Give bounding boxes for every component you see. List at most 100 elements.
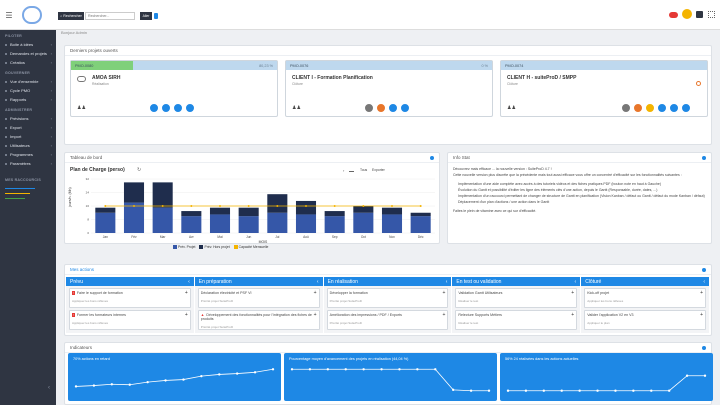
project-card[interactable]: PMO-0074 CLIENT H - suiteProD / SMPP Clôtu…: [500, 60, 708, 117]
lane-header[interactable]: En test ou validation ‹: [452, 277, 581, 286]
chevron-icon[interactable]: ‹: [317, 279, 319, 285]
chevron-icon[interactable]: ‹: [703, 279, 705, 285]
info-panel: Info Stat Découvrez mais efficace ... la…: [447, 152, 712, 244]
sidebar-item[interactable]: Programmes ›: [0, 150, 56, 159]
avatar[interactable]: [173, 103, 183, 113]
sidebar-item[interactable]: Vue d'ensemble ›: [0, 77, 56, 86]
lane-header[interactable]: En réalisation ‹: [323, 277, 452, 286]
project-card[interactable]: PMO-0076 0 % CLIENT I - Formation Planific…: [285, 60, 493, 117]
shortcut-line[interactable]: [5, 198, 25, 199]
sidebar-item[interactable]: Prévisions ›: [0, 114, 56, 123]
sidebar-section-title: PILOTER: [5, 34, 22, 38]
avatar[interactable]: [364, 103, 374, 113]
year-filter[interactable]: Tous: [360, 168, 367, 172]
legend-item[interactable]: Prév. Projet: [173, 245, 195, 249]
task-card[interactable]: Amélioration des impressions / PDF / Exp…: [326, 310, 449, 330]
search-scope-button[interactable]: ⌕ Rechercher: [58, 12, 84, 20]
chevron-right-icon: ›: [50, 116, 52, 121]
add-icon[interactable]: +: [314, 312, 317, 318]
sidebar-item[interactable]: Paramètres ›: [0, 159, 56, 168]
add-icon[interactable]: +: [700, 312, 703, 318]
lane-title: En préparation: [198, 278, 232, 285]
project-card[interactable]: PMO-0080 80,23 % AMOA SIRH Réalisation ♟♟: [70, 60, 278, 117]
collapse-sidebar-icon[interactable]: ‹: [48, 385, 50, 391]
indicator-card[interactable]: 56% 24 réalisées dans les actions actuel…: [500, 353, 713, 401]
bar-prev-projet: [324, 216, 345, 233]
indicator-sparkline: [74, 368, 275, 388]
task-card[interactable]: Développer la formation Priorité projet S…: [326, 288, 449, 308]
avatar[interactable]: [400, 103, 410, 113]
task-card[interactable]: ▲ Développement des fonctionnalités pour …: [197, 310, 320, 330]
lane-title: Prévu: [70, 278, 84, 285]
hamburger-menu-icon[interactable]: ☰: [4, 10, 14, 20]
legend-item[interactable]: Prév. Hors projet: [199, 245, 230, 249]
add-icon[interactable]: +: [185, 290, 188, 296]
chevron-right-icon: ›: [50, 42, 52, 47]
task-card[interactable]: ! Faire le support de formation Appliquer …: [69, 288, 191, 308]
task-card[interactable]: Kick-off projet Appliquer les bons réflex…: [584, 288, 706, 308]
settings-icon[interactable]: [702, 267, 706, 272]
search-go-button[interactable]: Aller: [140, 12, 152, 20]
chevron-icon[interactable]: ‹: [575, 279, 577, 285]
avatar[interactable]: [645, 103, 655, 113]
task-title: Développement des fonctionnalités pour l…: [200, 313, 312, 321]
export-link[interactable]: Exporter: [372, 168, 385, 172]
legend-item[interactable]: Capacité Mensuelle: [233, 245, 268, 249]
chevron-icon[interactable]: ‹: [446, 279, 448, 285]
sidebar-item[interactable]: Demandes et projets ›: [0, 49, 56, 58]
chart-type-icon[interactable]: [349, 168, 354, 172]
shortcut-line[interactable]: [5, 193, 30, 194]
member-avatars: [364, 103, 410, 113]
grid-icon[interactable]: [708, 11, 715, 18]
task-card[interactable]: Déclaration électricité et PSF VI Priorit…: [197, 288, 320, 308]
sidebar-item[interactable]: Utilisateurs ›: [0, 141, 56, 150]
avatar[interactable]: [376, 103, 386, 113]
indicator-card[interactable]: 70% actions en retard: [68, 353, 281, 401]
add-icon[interactable]: +: [314, 290, 317, 296]
task-card[interactable]: Validation Gantt Utilisateurs Réaliser le…: [455, 288, 578, 308]
sidebar-item[interactable]: Créatios ›: [0, 58, 56, 67]
task-subtitle: Appliquer les bons réflexes: [587, 299, 624, 303]
add-icon[interactable]: +: [185, 312, 188, 318]
settings-icon[interactable]: [702, 345, 706, 350]
add-icon[interactable]: +: [571, 312, 574, 318]
notification-badge[interactable]: [669, 12, 678, 18]
avatar[interactable]: [621, 103, 631, 113]
help-icon[interactable]: [154, 13, 158, 19]
task-card[interactable]: Relecture Supports Métiers Réaliser le te…: [455, 310, 578, 330]
avatar[interactable]: [669, 103, 679, 113]
add-icon[interactable]: +: [442, 290, 445, 296]
settings-icon[interactable]: [430, 155, 434, 160]
warning-icon: [696, 81, 701, 86]
avatar[interactable]: [633, 103, 643, 113]
lane-header[interactable]: Prévu ‹: [66, 277, 194, 286]
add-icon[interactable]: +: [442, 312, 445, 318]
sidebar-item[interactable]: Cycle PMO ›: [0, 86, 56, 95]
avatar[interactable]: [657, 103, 667, 113]
search-input[interactable]: [85, 12, 135, 20]
avatar[interactable]: [161, 103, 171, 113]
sidebar-item[interactable]: Import ›: [0, 132, 56, 141]
chevron-icon[interactable]: ‹: [188, 279, 190, 285]
sidebar-item[interactable]: Export ›: [0, 123, 56, 132]
avatar[interactable]: [388, 103, 398, 113]
sidebar-item[interactable]: Rapports ›: [0, 95, 56, 104]
sidebar-item[interactable]: Boite à idées ›: [0, 40, 56, 49]
settings-icon[interactable]: [702, 155, 706, 160]
add-icon[interactable]: +: [700, 290, 703, 296]
user-avatar[interactable]: [682, 9, 692, 19]
y-tick-label: 32: [86, 177, 90, 181]
shortcut-line[interactable]: [5, 188, 35, 189]
task-card[interactable]: ! Former les formateurs internes Appliquer…: [69, 310, 191, 330]
avatar[interactable]: [681, 103, 691, 113]
app-logo[interactable]: [22, 6, 42, 24]
task-card[interactable]: Valider l'application V2 en V3 Appliquer …: [584, 310, 706, 330]
add-icon[interactable]: +: [571, 290, 574, 296]
sparkline-point: [451, 388, 455, 392]
avatar[interactable]: [149, 103, 159, 113]
avatar[interactable]: [185, 103, 195, 113]
indicator-card[interactable]: Pourcentage moyen d'avancement des proje…: [284, 353, 497, 401]
lane-header[interactable]: Clôturé ‹: [581, 277, 709, 286]
apps-icon[interactable]: [696, 11, 703, 18]
lane-header[interactable]: En préparation ‹: [194, 277, 323, 286]
